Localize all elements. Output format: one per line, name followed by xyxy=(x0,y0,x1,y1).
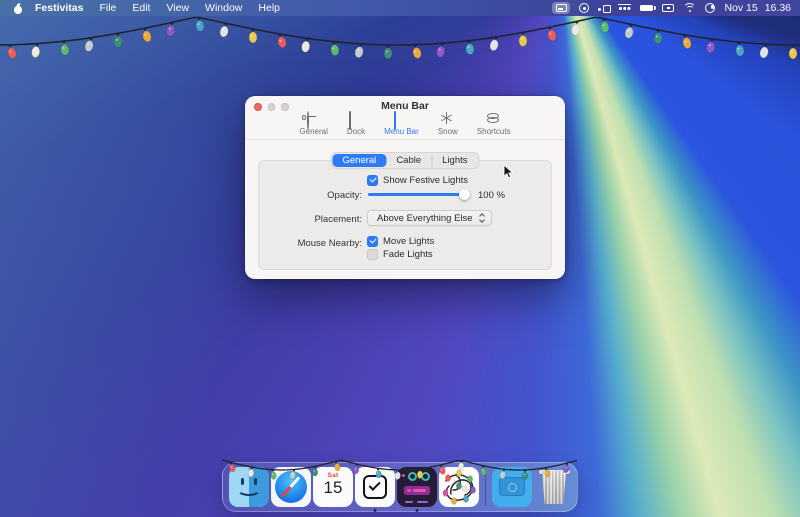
fade-lights-checkbox[interactable] xyxy=(367,249,378,260)
dock-calendar[interactable]: Sat 15 xyxy=(313,467,353,507)
popup-chevrons-icon xyxy=(479,213,486,224)
menu-bar: Festivitas File Edit View Window Help No… xyxy=(0,0,800,16)
opacity-value: 100 % xyxy=(478,190,505,201)
tab-group: General Cable Lights xyxy=(331,152,480,169)
menu-file[interactable]: File xyxy=(91,0,124,16)
dock-tasks-app[interactable] xyxy=(355,467,395,507)
dock-studio-app[interactable] xyxy=(397,467,437,507)
dock-separator xyxy=(485,468,486,506)
menu-bar-status: Nov 15 16.36 xyxy=(552,2,800,14)
opacity-slider-track[interactable] xyxy=(368,193,470,197)
snowflake-icon xyxy=(441,112,455,125)
toolbar-item-shortcuts[interactable]: Shortcuts xyxy=(474,110,514,138)
apple-menu-icon[interactable] xyxy=(12,2,23,14)
garland-icon[interactable] xyxy=(618,4,631,13)
wifi-icon[interactable] xyxy=(683,3,696,13)
settings-window: Menu Bar General Dock Menu Bar Snow Shor… xyxy=(245,96,565,279)
control-center-icon[interactable] xyxy=(705,3,715,13)
opacity-slider[interactable] xyxy=(368,188,470,200)
mouse-nearby-label: Mouse Nearby: xyxy=(257,238,362,249)
show-festive-lights-checkbox[interactable] xyxy=(367,175,378,186)
record-icon[interactable] xyxy=(579,3,589,13)
menu-edit[interactable]: Edit xyxy=(124,0,158,16)
preferences-toolbar: General Dock Menu Bar Snow Shortcuts xyxy=(245,110,565,138)
menu-view[interactable]: View xyxy=(158,0,197,16)
tangled-lights-icon xyxy=(439,467,479,507)
tab-cable[interactable]: Cable xyxy=(386,154,431,167)
dock-finder[interactable] xyxy=(229,467,269,507)
toolbar-item-dock[interactable]: Dock xyxy=(344,110,368,138)
tab-lights[interactable]: Lights xyxy=(431,154,477,167)
menu-bar-icon xyxy=(394,112,408,125)
toolbar-item-general[interactable]: General xyxy=(296,110,330,138)
placement-label: Placement: xyxy=(257,214,362,225)
show-festive-lights-row: Show Festive Lights xyxy=(367,175,468,186)
dock-safari[interactable] xyxy=(271,467,311,507)
running-indicator xyxy=(374,509,377,512)
general-icon xyxy=(307,112,321,125)
status-time: 16.36 xyxy=(765,2,791,14)
opacity-label: Opacity: xyxy=(257,190,362,201)
desktop: Festivitas File Edit View Window Help No… xyxy=(0,0,800,517)
fade-lights-row: Fade Lights xyxy=(367,249,433,260)
show-festive-lights-label: Show Festive Lights xyxy=(383,175,468,186)
dock: Sat 15 xyxy=(222,462,578,512)
activity-icon[interactable] xyxy=(598,4,609,13)
move-lights-checkbox[interactable] xyxy=(367,236,378,247)
running-indicator xyxy=(416,509,419,512)
menu-app-name[interactable]: Festivitas xyxy=(27,0,91,16)
status-date: Nov 15 xyxy=(724,2,757,14)
placement-value: Above Everything Else xyxy=(377,213,473,224)
dock-storage-item[interactable] xyxy=(492,467,532,507)
dock-trash[interactable] xyxy=(534,467,574,507)
battery-icon[interactable] xyxy=(640,5,653,12)
shortcuts-icon xyxy=(487,112,501,125)
dock-festivitas-app[interactable] xyxy=(439,467,479,507)
menu-help[interactable]: Help xyxy=(250,0,288,16)
fade-lights-label: Fade Lights xyxy=(383,249,433,260)
toolbar-item-snow[interactable]: Snow xyxy=(435,110,461,138)
move-lights-row: Move Lights xyxy=(367,236,434,247)
toolbar-divider xyxy=(245,139,565,140)
festivitas-menubar-icon[interactable] xyxy=(552,2,570,14)
tab-general[interactable]: General xyxy=(333,154,387,167)
dock-icon xyxy=(349,112,363,125)
move-lights-label: Move Lights xyxy=(383,236,434,247)
opacity-slider-knob[interactable] xyxy=(459,189,470,200)
menu-window[interactable]: Window xyxy=(197,0,250,16)
calendar-day: 15 xyxy=(313,478,353,498)
toolbar-item-menu-bar[interactable]: Menu Bar xyxy=(381,110,422,138)
display-icon[interactable] xyxy=(662,4,674,13)
menu-bar-clock[interactable]: Nov 15 16.36 xyxy=(724,2,791,14)
placement-popup[interactable]: Above Everything Else xyxy=(367,210,492,226)
menu-bar-left: Festivitas File Edit View Window Help xyxy=(0,0,288,16)
